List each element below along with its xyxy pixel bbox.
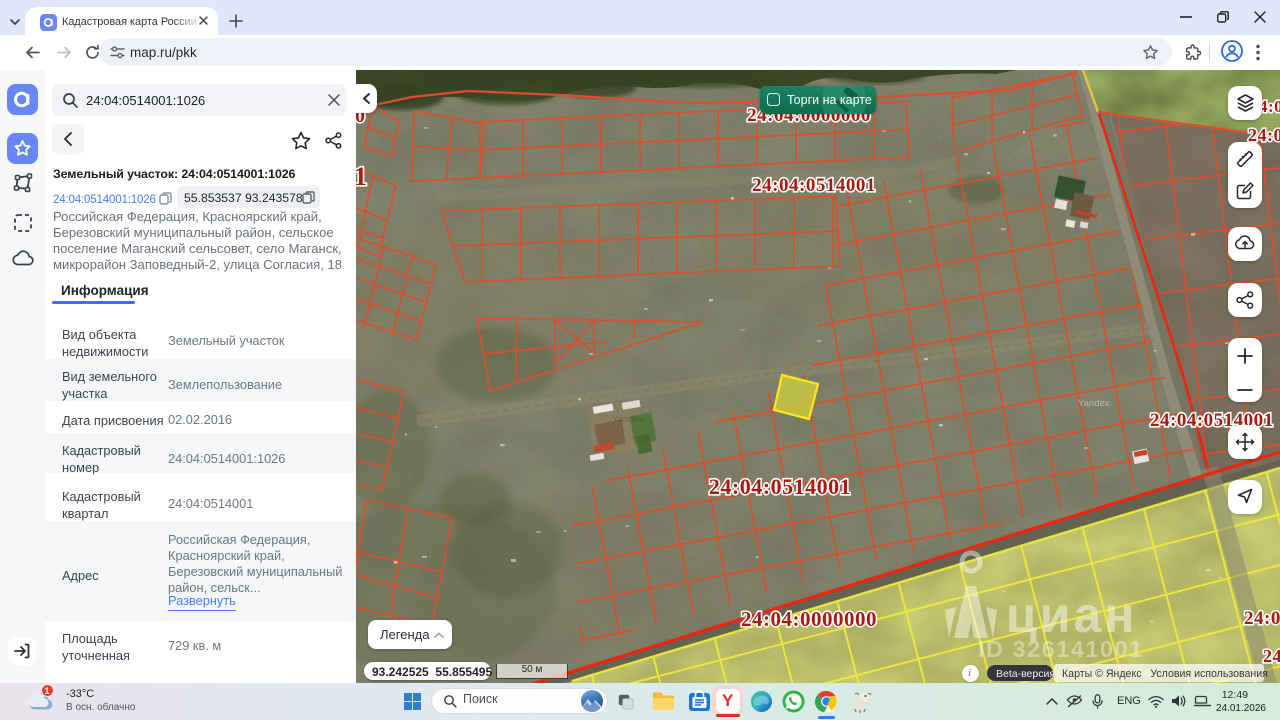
svg-text:24:04:0: 24:04:0 [1244, 608, 1280, 629]
svg-text:24:04:0000000: 24:04:0000000 [741, 607, 877, 631]
svg-text:24:0: 24:0 [1263, 646, 1280, 666]
svg-text:ID 326141001: ID 326141001 [978, 636, 1144, 662]
svg-text:циан: циан [1006, 587, 1137, 643]
svg-text:Yandex: Yandex [1078, 398, 1110, 409]
svg-text:Yandex: Yandex [612, 414, 644, 425]
svg-text:1: 1 [356, 162, 368, 191]
svg-text:24:04:0514001: 24:04:0514001 [752, 175, 876, 196]
svg-text:24:04:0514001: 24:04:0514001 [709, 474, 851, 499]
svg-text:4:04:05: 4:04:05 [1259, 97, 1280, 116]
